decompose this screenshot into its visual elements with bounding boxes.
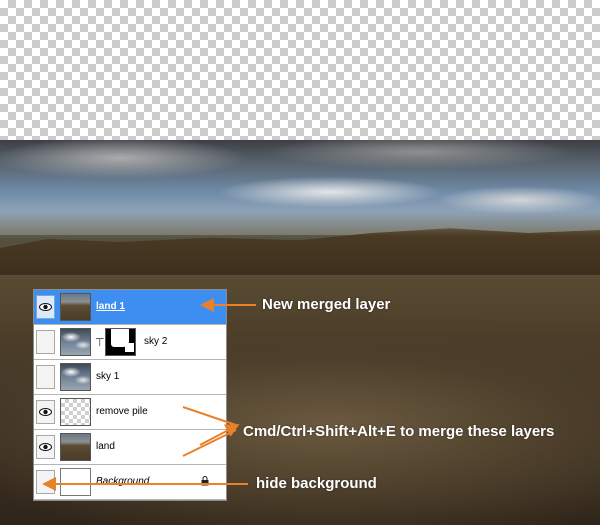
land-thumbnail[interactable] <box>60 433 91 461</box>
visibility-toggle[interactable] <box>36 295 55 319</box>
eye-icon <box>39 408 52 416</box>
layer-row-land-1[interactable]: land 1 <box>34 290 226 325</box>
merged-layer-annotation: New merged layer <box>262 296 391 313</box>
layer-row-sky-1[interactable]: sky 1 <box>34 360 226 395</box>
merge-shortcut-annotation: Cmd/Ctrl+Shift+Alt+E to merge these laye… <box>243 423 555 440</box>
layer-row-sky-2[interactable]: ⊤ sky 2 <box>34 325 226 360</box>
visibility-toggle[interactable] <box>36 435 55 459</box>
layer-name[interactable]: land 1 <box>96 300 125 314</box>
layer-row-remove-pile[interactable]: remove pile <box>34 395 226 430</box>
sky-thumbnail[interactable] <box>60 328 91 356</box>
visibility-toggle[interactable] <box>36 400 55 424</box>
land-thumbnail[interactable] <box>60 293 91 321</box>
layer-name[interactable]: land <box>96 440 115 454</box>
layer-name[interactable]: sky 2 <box>144 335 167 349</box>
chain-link-icon[interactable]: ⊤ <box>95 336 105 349</box>
eye-icon <box>39 303 52 311</box>
layer-name[interactable]: sky 1 <box>96 370 119 384</box>
cloudy-sky <box>0 140 600 235</box>
layer-name[interactable]: remove pile <box>96 405 148 419</box>
sky-thumbnail[interactable] <box>60 363 91 391</box>
visibility-toggle[interactable] <box>36 365 55 389</box>
visibility-toggle[interactable] <box>36 330 55 354</box>
layer-name[interactable]: Background <box>96 475 149 489</box>
layer-row-land[interactable]: land <box>34 430 226 465</box>
blank-thumbnail[interactable] <box>60 468 91 496</box>
visibility-toggle[interactable] <box>36 470 55 494</box>
hide-background-annotation: hide background <box>256 475 377 492</box>
layer-mask-thumbnail[interactable] <box>105 328 136 356</box>
lock-icon <box>201 476 209 486</box>
layers-panel: land 1 ⊤ sky 2 sky 1 remove pile land Ba… <box>33 289 227 501</box>
eye-icon <box>39 443 52 451</box>
layer-row-background[interactable]: Background <box>34 465 226 500</box>
transparent-canvas-area <box>0 0 600 140</box>
transparent-thumbnail[interactable] <box>60 398 91 426</box>
